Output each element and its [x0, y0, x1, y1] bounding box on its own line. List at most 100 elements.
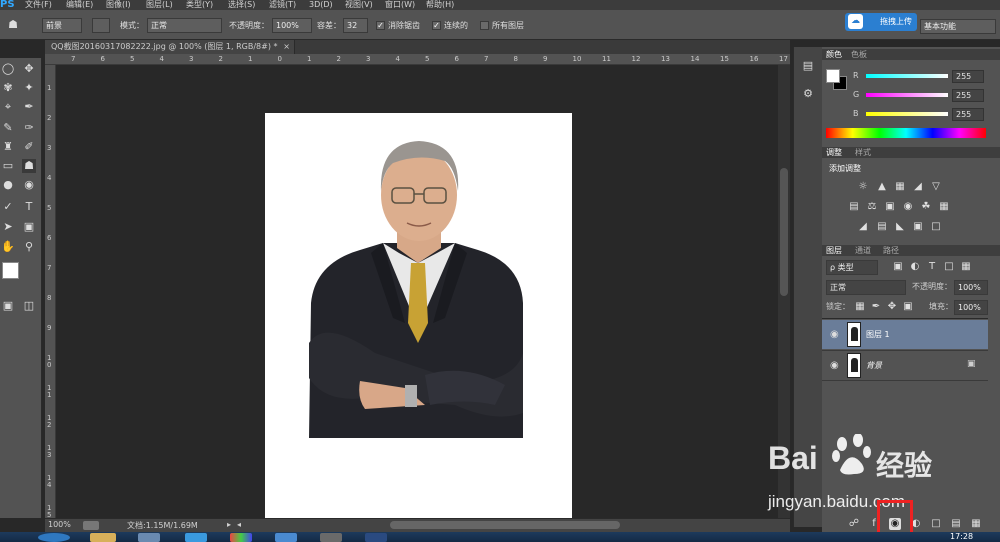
windows-app-icon[interactable] — [230, 533, 252, 542]
menu-item[interactable]: 图像(I) — [106, 0, 131, 10]
close-tab-icon[interactable]: × — [283, 40, 290, 54]
marquee-icon[interactable]: ◯ — [1, 62, 15, 76]
lasso-icon[interactable]: ✾ — [1, 81, 15, 95]
panel-foreground-swatch[interactable] — [826, 69, 840, 83]
black-white-icon[interactable]: ▣ — [884, 201, 896, 213]
filter-pixel-icon[interactable]: ▣ — [892, 261, 904, 273]
qq-icon[interactable] — [275, 533, 297, 542]
menu-item[interactable]: 编辑(E) — [66, 0, 93, 10]
antialias-checkbox[interactable]: ✓ — [376, 21, 385, 30]
history-icon[interactable]: ▤ — [801, 59, 815, 73]
fill-source-select[interactable]: 前景 — [42, 18, 82, 33]
paint-bucket-tool-icon[interactable]: ☗ — [22, 159, 36, 173]
delete-layer-icon[interactable]: ▦ — [970, 518, 982, 530]
hand-icon[interactable]: ✋ — [1, 240, 15, 254]
document-tab[interactable]: QQ截图20160317082222.jpg @ 100% (图层 1, RGB… — [45, 40, 295, 54]
invert-icon[interactable]: ◢ — [857, 221, 869, 233]
filter-shape-icon[interactable]: □ — [943, 261, 955, 273]
lock-all-icon[interactable]: ▣ — [902, 301, 914, 313]
filter-type-icon[interactable]: T — [926, 261, 938, 273]
document-canvas[interactable] — [265, 113, 572, 518]
foreground-color-swatch[interactable] — [2, 262, 19, 279]
selective-color-icon[interactable]: □ — [930, 221, 942, 233]
mode-select[interactable]: 正常 — [147, 18, 222, 33]
tab-layers[interactable]: 图层 — [826, 246, 842, 256]
shape-icon[interactable]: ▣ — [22, 220, 36, 234]
brush-icon[interactable]: ✑ — [22, 121, 36, 135]
contiguous-checkbox[interactable]: ✓ — [432, 21, 441, 30]
status-menu-icon[interactable]: ▸ — [227, 520, 231, 529]
tab-styles[interactable]: 样式 — [855, 148, 871, 158]
zoom-icon[interactable]: ⚲ — [22, 240, 36, 254]
opacity-input[interactable]: 100% — [272, 18, 312, 33]
layer-name[interactable]: 背景 — [866, 360, 882, 371]
lock-pixels-icon[interactable]: ✒ — [870, 301, 882, 313]
eyedropper-icon[interactable]: ✒ — [22, 100, 36, 114]
horizontal-scroll-thumb[interactable] — [390, 521, 620, 529]
dodge-icon[interactable]: ◉ — [22, 178, 36, 192]
menu-item[interactable]: 帮助(H) — [426, 0, 454, 10]
screen-mode-icon[interactable]: ◫ — [22, 299, 36, 313]
blend-mode-select[interactable]: 正常 — [826, 280, 906, 295]
filter-adjust-icon[interactable]: ◐ — [909, 261, 921, 273]
upload-button[interactable]: ☁ 拖拽上传 — [845, 13, 917, 31]
b-value[interactable]: 255 — [952, 108, 984, 121]
paint-bucket-icon[interactable]: ☗ — [6, 18, 20, 32]
vibrance-icon[interactable]: ▽ — [930, 181, 942, 193]
r-slider[interactable] — [866, 74, 948, 78]
all-layers-checkbox[interactable] — [480, 21, 489, 30]
curves-icon[interactable]: ▦ — [894, 181, 906, 193]
hue-saturation-icon[interactable]: ▤ — [848, 201, 860, 213]
clone-stamp-icon[interactable]: ♜ — [1, 140, 15, 154]
tolerance-input[interactable]: 32 — [343, 18, 368, 33]
tab-paths[interactable]: 路径 — [883, 246, 899, 256]
scroll-left-icon[interactable]: ◂ — [237, 520, 241, 529]
color-balance-icon[interactable]: ⚖ — [866, 201, 878, 213]
lock-position-icon[interactable]: ✥ — [886, 301, 898, 313]
crop-icon[interactable]: ⌖ — [1, 100, 15, 114]
workspace-select[interactable]: 基本功能 — [920, 19, 996, 34]
menu-item[interactable]: 图层(L) — [146, 0, 173, 10]
lock-transparent-icon[interactable]: ▦ — [854, 301, 866, 313]
menu-item[interactable]: 滤镜(T) — [269, 0, 296, 10]
tab-swatches[interactable]: 色板 — [851, 50, 867, 60]
tab-adjustments[interactable]: 调整 — [826, 148, 842, 158]
color-spectrum[interactable] — [826, 128, 986, 138]
photo-filter-icon[interactable]: ◉ — [902, 201, 914, 213]
layer-row-layer1[interactable]: ◉ 图层 1 — [822, 320, 988, 349]
pattern-picker[interactable] — [92, 18, 110, 33]
menu-item[interactable]: 选择(S) — [228, 0, 255, 10]
threshold-icon[interactable]: ◣ — [894, 221, 906, 233]
visibility-eye-icon[interactable]: ◉ — [830, 329, 839, 340]
new-layer-icon[interactable]: ▤ — [950, 518, 962, 530]
brightness-icon[interactable]: ☼ — [857, 181, 869, 193]
path-selection-icon[interactable]: ➤ — [1, 220, 15, 234]
app-icon[interactable] — [138, 533, 160, 542]
layer-name[interactable]: 图层 1 — [866, 329, 890, 340]
tab-channels[interactable]: 通道 — [855, 246, 871, 256]
photoshop-task-icon[interactable] — [365, 533, 387, 542]
b-slider[interactable] — [866, 112, 948, 116]
exposure-icon[interactable]: ◢ — [912, 181, 924, 193]
menu-item[interactable]: 文件(F) — [25, 0, 52, 10]
blur-icon[interactable]: ● — [1, 178, 15, 192]
quick-mask-icon[interactable]: ▣ — [1, 299, 15, 313]
levels-icon[interactable]: ▲ — [876, 181, 888, 193]
menu-item[interactable]: 窗口(W) — [385, 0, 415, 10]
ie-icon[interactable] — [185, 533, 207, 542]
menu-item[interactable]: 视图(V) — [345, 0, 373, 10]
explorer-icon[interactable] — [90, 533, 116, 542]
fill-input[interactable]: 100% — [954, 300, 988, 315]
tab-color[interactable]: 颜色 — [826, 50, 842, 60]
menu-item[interactable]: 类型(Y) — [186, 0, 213, 10]
properties-icon[interactable]: ⚙ — [801, 87, 815, 101]
start-orb-icon[interactable] — [38, 533, 70, 542]
browser-icon[interactable] — [320, 533, 342, 542]
g-value[interactable]: 255 — [952, 89, 984, 102]
magic-wand-icon[interactable]: ✦ — [22, 81, 36, 95]
type-icon[interactable]: T — [22, 200, 36, 214]
move-icon[interactable]: ✥ — [22, 62, 36, 76]
g-slider[interactable] — [866, 93, 948, 97]
pen-icon[interactable]: ✓ — [1, 200, 15, 214]
zoom-level[interactable]: 100% — [48, 520, 71, 529]
